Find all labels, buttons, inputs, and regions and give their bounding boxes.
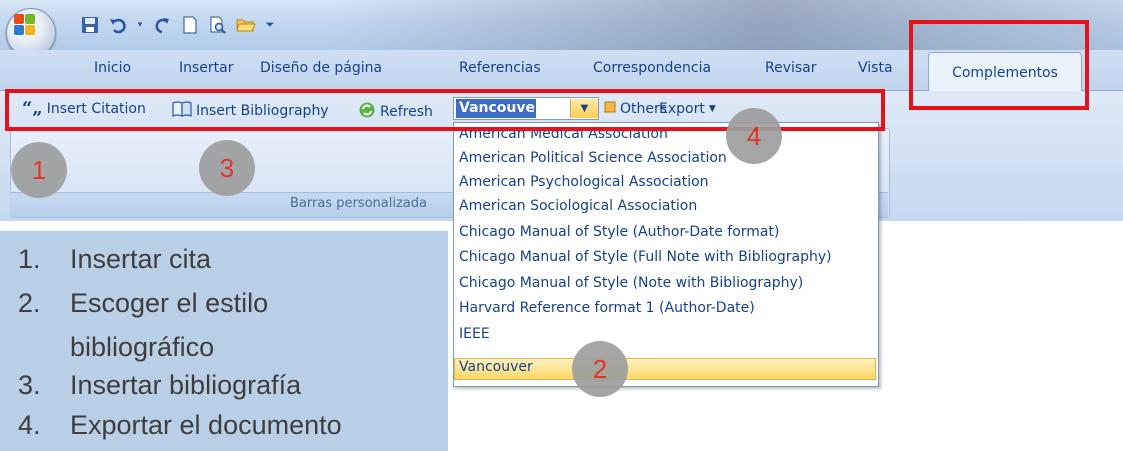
quick-access-toolbar: ▾ ⏷	[80, 14, 276, 36]
tab-revisar[interactable]: Revisar	[765, 60, 817, 76]
new-document-icon[interactable]	[180, 15, 200, 35]
office-logo-icon	[14, 14, 36, 36]
dropdown-item[interactable]: IEEE	[459, 326, 490, 342]
callout-1: 1	[11, 142, 67, 198]
step-text: Insertar cita	[70, 244, 212, 274]
print-preview-icon[interactable]	[208, 15, 228, 35]
dropdown-item[interactable]: American Psychological Association	[459, 174, 709, 190]
step-number: 4.	[18, 410, 41, 440]
step-4: 4. Exportar el documento	[18, 410, 342, 441]
dropdown-item[interactable]: Chicago Manual of Style (Full Note with …	[459, 249, 832, 265]
redo-icon[interactable]	[152, 15, 172, 35]
tab-vista[interactable]: Vista	[858, 60, 893, 76]
step-text: bibliográfico	[70, 332, 215, 362]
step-2: 2. Escoger el estilo	[18, 288, 268, 319]
tab-insertar[interactable]: Insertar	[179, 60, 234, 76]
tab-diseno-de-pagina[interactable]: Diseño de página	[260, 60, 382, 76]
tab-correspondencia[interactable]: Correspondencia	[593, 60, 711, 76]
dropdown-item-selected[interactable]: Vancouver	[459, 359, 533, 375]
step-1: 1. Insertar cita	[18, 244, 211, 275]
step-number: 1.	[18, 244, 41, 274]
undo-icon[interactable]	[108, 15, 128, 35]
complementos-highlight-box	[909, 20, 1089, 110]
step-text: Insertar bibliografía	[70, 370, 302, 400]
dropdown-item[interactable]: American Sociological Association	[459, 198, 697, 214]
callout-4: 4	[726, 108, 782, 164]
dropdown-item[interactable]: American Political Science Association	[459, 150, 727, 166]
undo-dropdown-icon[interactable]: ▾	[136, 15, 144, 35]
callout-2: 2	[572, 341, 628, 397]
customize-dropdown-icon[interactable]: ⏷	[264, 15, 276, 35]
dropdown-item[interactable]: Chicago Manual of Style (Note with Bibli…	[459, 275, 803, 291]
dropdown-item[interactable]: Chicago Manual of Style (Author-Date for…	[459, 224, 779, 240]
callout-3: 3	[199, 140, 255, 196]
step-text: Escoger el estilo	[70, 288, 269, 318]
save-icon[interactable]	[80, 15, 100, 35]
step-number: 3.	[18, 370, 41, 400]
tab-inicio[interactable]: Inicio	[94, 60, 131, 76]
group-label: Barras personalizada	[290, 196, 427, 211]
step-3: 3. Insertar bibliografía	[18, 370, 301, 401]
open-folder-icon[interactable]	[236, 15, 256, 35]
step-2-continued: bibliográfico	[18, 332, 214, 363]
step-number: 2.	[18, 288, 41, 318]
step-text: Exportar el documento	[70, 410, 342, 440]
dropdown-item[interactable]: Harvard Reference format 1 (Author-Date)	[459, 300, 755, 316]
tab-referencias[interactable]: Referencias	[459, 60, 541, 76]
